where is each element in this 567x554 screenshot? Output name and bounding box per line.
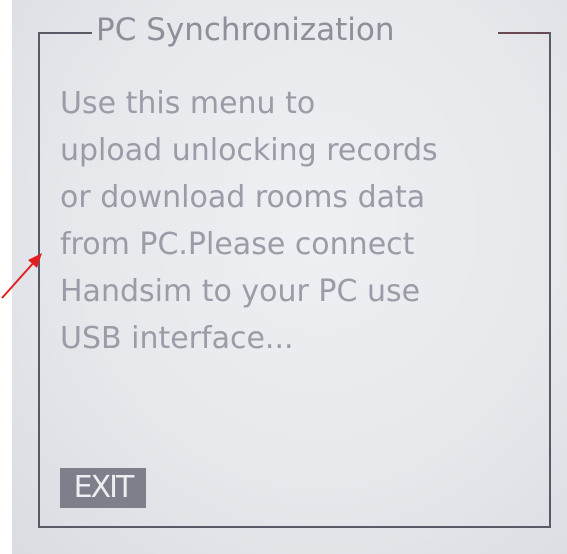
message-line: from PC.Please connect xyxy=(60,227,415,262)
instruction-message: Use this menu to upload unlocking record… xyxy=(60,80,540,362)
message-line: or download rooms data xyxy=(60,180,426,215)
red-arrow-icon xyxy=(1,253,42,299)
message-line: Handsim to your PC use xyxy=(60,274,421,309)
panel-title: PC Synchronization xyxy=(96,12,395,48)
exit-button[interactable]: EXIT xyxy=(60,468,146,508)
message-line: Use this menu to xyxy=(60,86,316,121)
message-line: USB interface... xyxy=(60,321,294,356)
message-line: upload unlocking records xyxy=(60,133,438,168)
